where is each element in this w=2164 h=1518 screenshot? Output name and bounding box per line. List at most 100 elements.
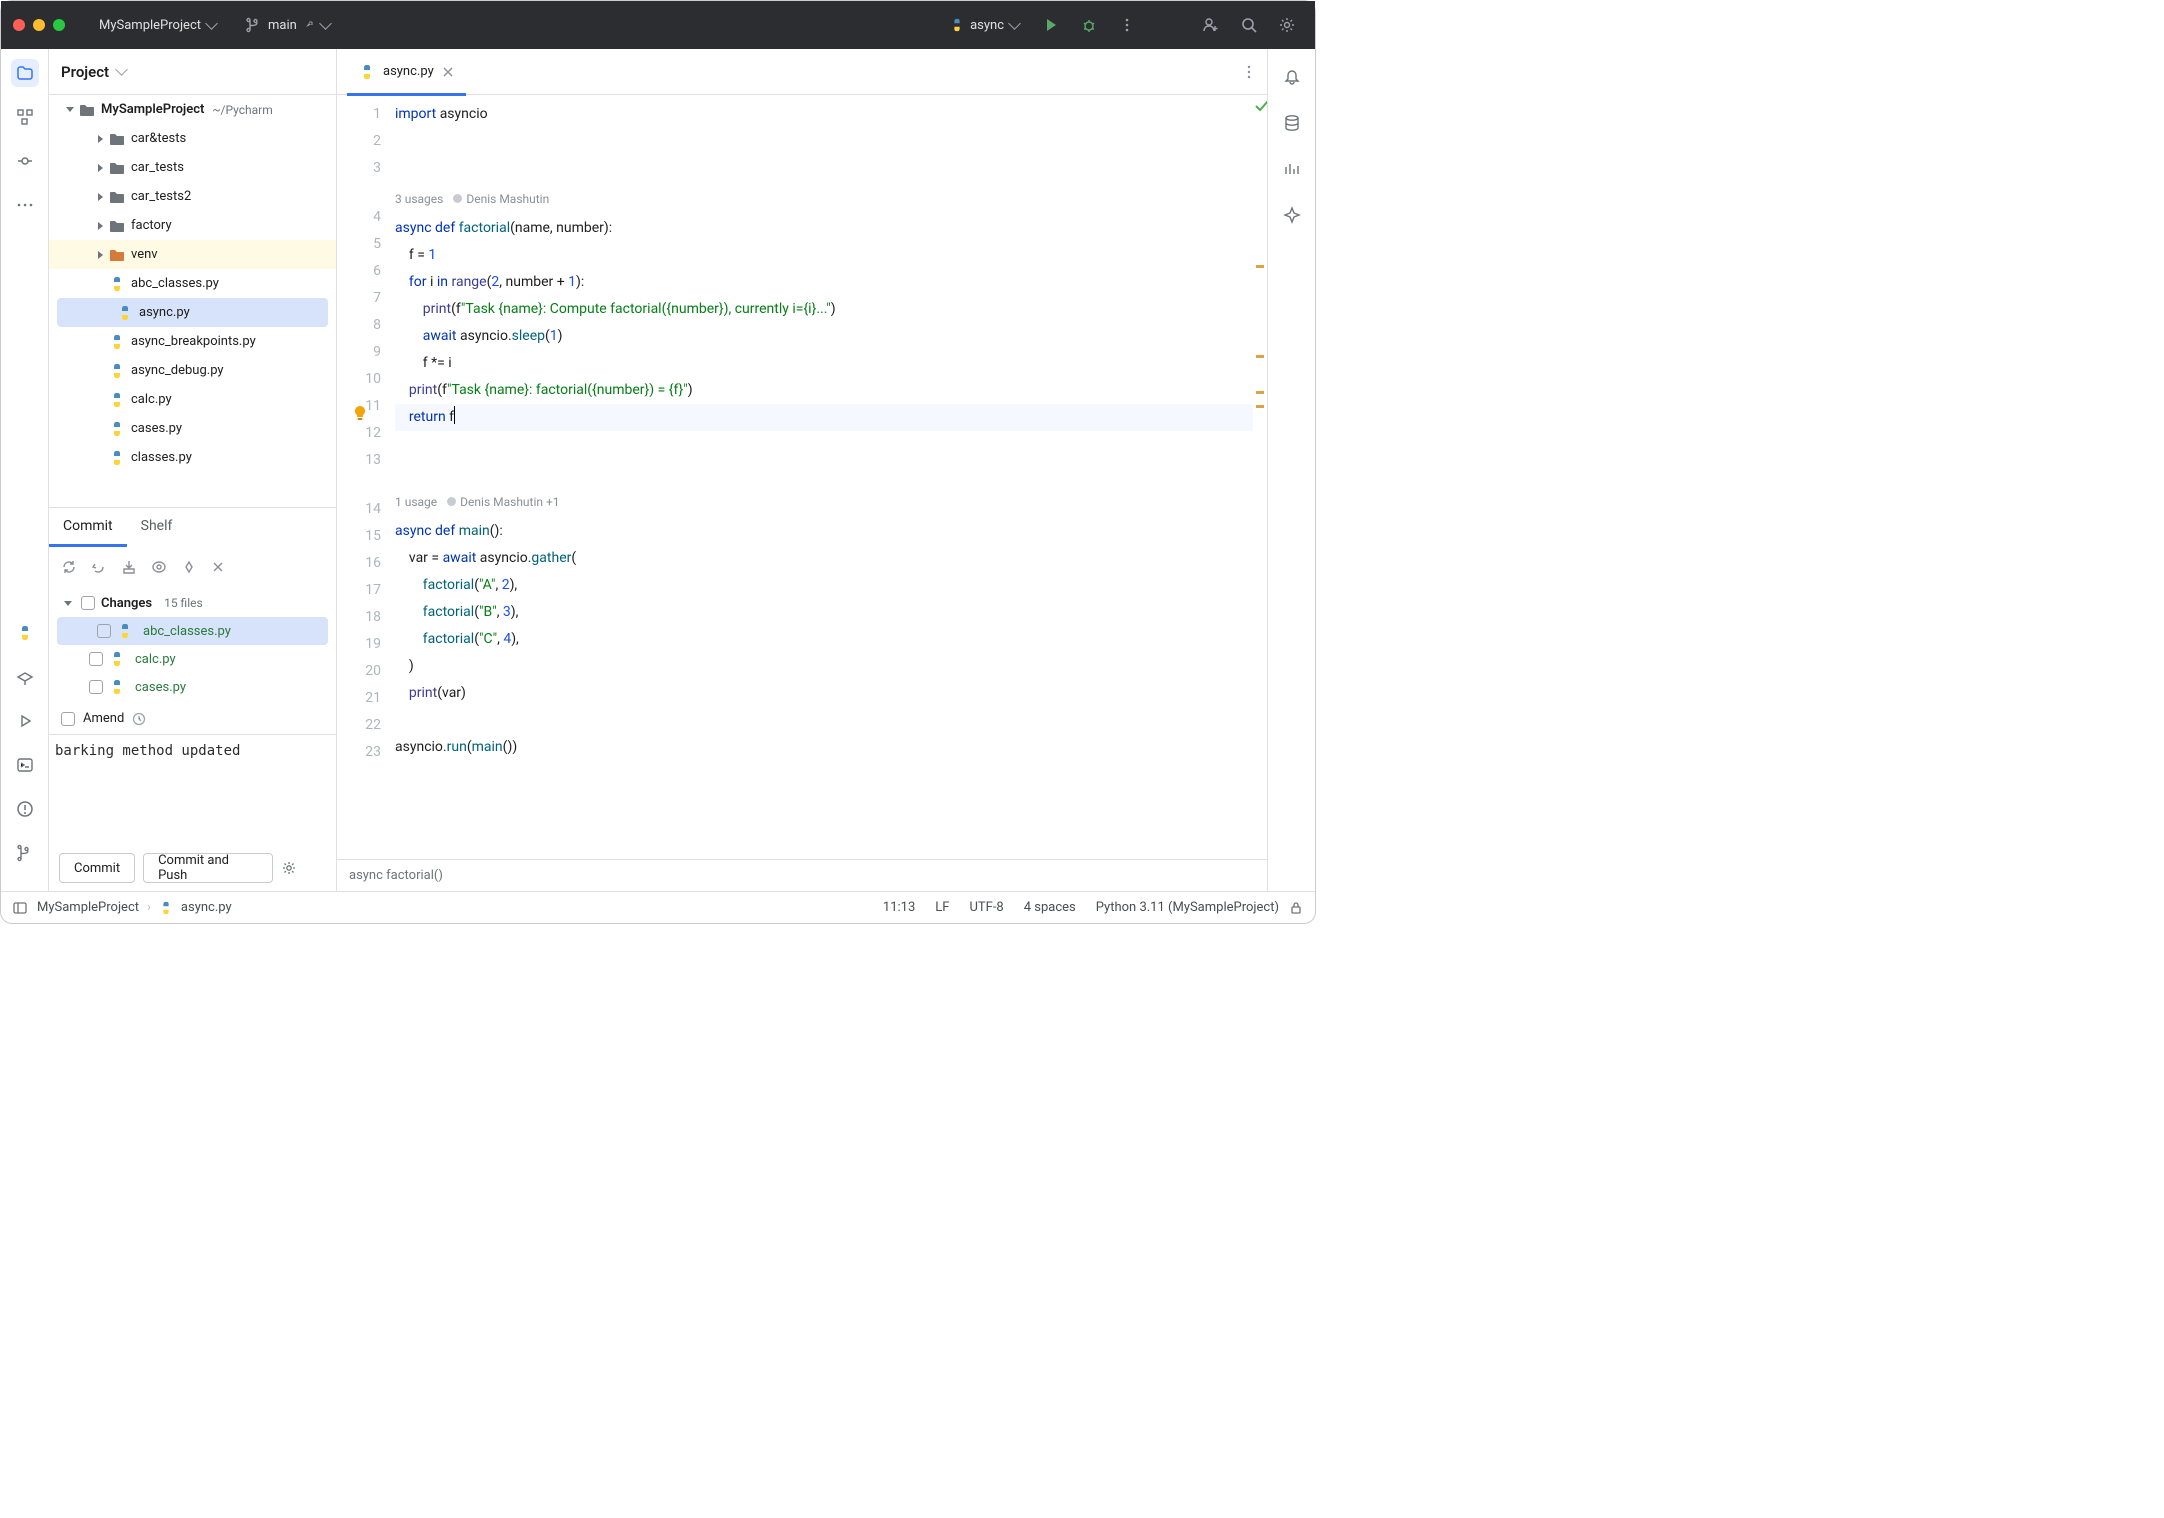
tree-item[interactable]: abc_classes.py	[49, 269, 336, 298]
lock-icon[interactable]	[1289, 901, 1303, 915]
editor-breadcrumb[interactable]: async factorial()	[337, 859, 1267, 891]
history-icon[interactable]	[132, 712, 146, 726]
settings-button[interactable]	[1271, 9, 1303, 41]
tree-item[interactable]: cases.py	[49, 414, 336, 443]
window-controls	[13, 19, 65, 31]
nav-item[interactable]: async.py	[181, 900, 232, 915]
close-window-icon[interactable]	[13, 19, 25, 31]
encoding[interactable]: UTF-8	[959, 900, 1013, 915]
close-tab-icon[interactable]	[442, 66, 454, 78]
commit-toolbar	[49, 547, 336, 587]
expand-icon[interactable]	[93, 219, 107, 233]
tree-item[interactable]: car_tests	[49, 153, 336, 182]
run-config-selector[interactable]: async	[940, 9, 1029, 41]
chevron-down-icon[interactable]	[115, 63, 128, 76]
nav-bar[interactable]: MySampleProject › async.py	[37, 900, 232, 915]
usages-lens[interactable]: 1 usage	[395, 495, 437, 509]
vcs-button[interactable]	[11, 839, 39, 867]
diff-icon[interactable]	[151, 559, 167, 575]
change-item[interactable]: abc_classes.py	[57, 617, 328, 645]
inspection-ok-icon[interactable]	[1253, 97, 1267, 115]
code-with-me-button[interactable]	[1195, 9, 1227, 41]
tool-window-toggle-icon[interactable]	[13, 901, 27, 915]
gear-icon[interactable]	[281, 860, 297, 876]
checkbox[interactable]	[89, 680, 103, 694]
search-button[interactable]	[1233, 9, 1265, 41]
author-lens[interactable]: Denis Mashutin	[466, 192, 549, 206]
tab-commit[interactable]: Commit	[49, 508, 127, 547]
root-name: MySampleProject	[101, 102, 204, 117]
tree-item[interactable]: classes.py	[49, 443, 336, 472]
nav-item[interactable]: MySampleProject	[37, 900, 139, 915]
close-icon[interactable]	[211, 560, 225, 574]
python-console-button[interactable]	[11, 619, 39, 647]
commit-message-input[interactable]: barking method updated	[49, 734, 336, 845]
project-tool-button[interactable]	[11, 59, 39, 87]
rollback-icon[interactable]	[91, 559, 107, 575]
changelist-icon[interactable]	[181, 559, 197, 575]
change-item[interactable]: cases.py	[49, 673, 336, 701]
checkbox[interactable]	[97, 624, 111, 638]
line-separator[interactable]: LF	[925, 900, 959, 915]
amend-checkbox[interactable]	[61, 712, 75, 726]
collapse-icon[interactable]	[61, 596, 75, 610]
tree-item[interactable]: calc.py	[49, 385, 336, 414]
run-button[interactable]	[1035, 9, 1067, 41]
debug-button[interactable]	[1073, 9, 1105, 41]
tree-item[interactable]: async_debug.py	[49, 356, 336, 385]
minimize-window-icon[interactable]	[33, 19, 45, 31]
tree-item[interactable]: venv	[49, 240, 336, 269]
commit-button[interactable]: Commit	[59, 853, 135, 883]
python-icon	[359, 64, 375, 80]
project-panel-title: Project	[61, 63, 109, 81]
expand-icon[interactable]	[93, 132, 107, 146]
tree-item[interactable]: factory	[49, 211, 336, 240]
tree-label: car_tests2	[131, 189, 191, 204]
intention-bulb-icon[interactable]	[351, 404, 369, 422]
expand-icon[interactable]	[93, 190, 107, 204]
checkbox[interactable]	[81, 596, 95, 610]
checkbox[interactable]	[89, 652, 103, 666]
problems-button[interactable]	[11, 795, 39, 823]
caret-position[interactable]: 11:13	[873, 900, 925, 915]
terminal-button[interactable]	[11, 751, 39, 779]
project-selector[interactable]: MySampleProject	[89, 9, 226, 41]
notifications-button[interactable]	[1278, 63, 1306, 91]
tree-label: venv	[131, 247, 158, 262]
database-button[interactable]	[1278, 109, 1306, 137]
tree-item[interactable]: car&tests	[49, 124, 336, 153]
tree-label: async_debug.py	[131, 363, 224, 378]
changes-group[interactable]: Changes 15 files	[49, 589, 336, 617]
git-branch-selector[interactable]: main	[236, 9, 340, 41]
author-lens[interactable]: Denis Mashutin +1	[460, 495, 559, 509]
structure-tool-button[interactable]	[11, 103, 39, 131]
interpreter[interactable]: Python 3.11 (MySampleProject)	[1086, 900, 1289, 915]
tree-item[interactable]: async.py	[57, 298, 328, 327]
more-menu[interactable]	[1111, 9, 1143, 41]
commit-tool-button[interactable]	[11, 147, 39, 175]
usages-lens[interactable]: 3 usages	[395, 192, 443, 206]
tab-shelf[interactable]: Shelf	[127, 508, 187, 547]
refresh-icon[interactable]	[61, 559, 77, 575]
expand-icon[interactable]	[93, 161, 107, 175]
zoom-window-icon[interactable]	[53, 19, 65, 31]
indent[interactable]: 4 spaces	[1014, 900, 1086, 915]
tree-item[interactable]: car_tests2	[49, 182, 336, 211]
shelve-icon[interactable]	[121, 559, 137, 575]
collapse-icon[interactable]	[63, 103, 77, 117]
ai-button[interactable]	[1278, 201, 1306, 229]
coverage-button[interactable]	[1278, 155, 1306, 183]
project-tree[interactable]: MySampleProject ~/Pycharm car&testscar_t…	[49, 95, 336, 507]
tab-menu-icon[interactable]	[1241, 64, 1257, 80]
commit-push-button[interactable]: Commit and Push	[143, 853, 273, 883]
python-packages-button[interactable]	[11, 663, 39, 691]
tree-item[interactable]: async_breakpoints.py	[49, 327, 336, 356]
chevron-down-icon	[319, 17, 332, 30]
more-tool-button[interactable]	[11, 191, 39, 219]
expand-icon[interactable]	[93, 248, 107, 262]
change-item[interactable]: calc.py	[49, 645, 336, 673]
tree-root[interactable]: MySampleProject ~/Pycharm	[49, 95, 336, 124]
services-button[interactable]	[11, 707, 39, 735]
code-editor[interactable]: import asyncio3 usagesDenis Mashutinasyn…	[395, 95, 1253, 859]
editor-tab[interactable]: async.py	[347, 49, 466, 95]
